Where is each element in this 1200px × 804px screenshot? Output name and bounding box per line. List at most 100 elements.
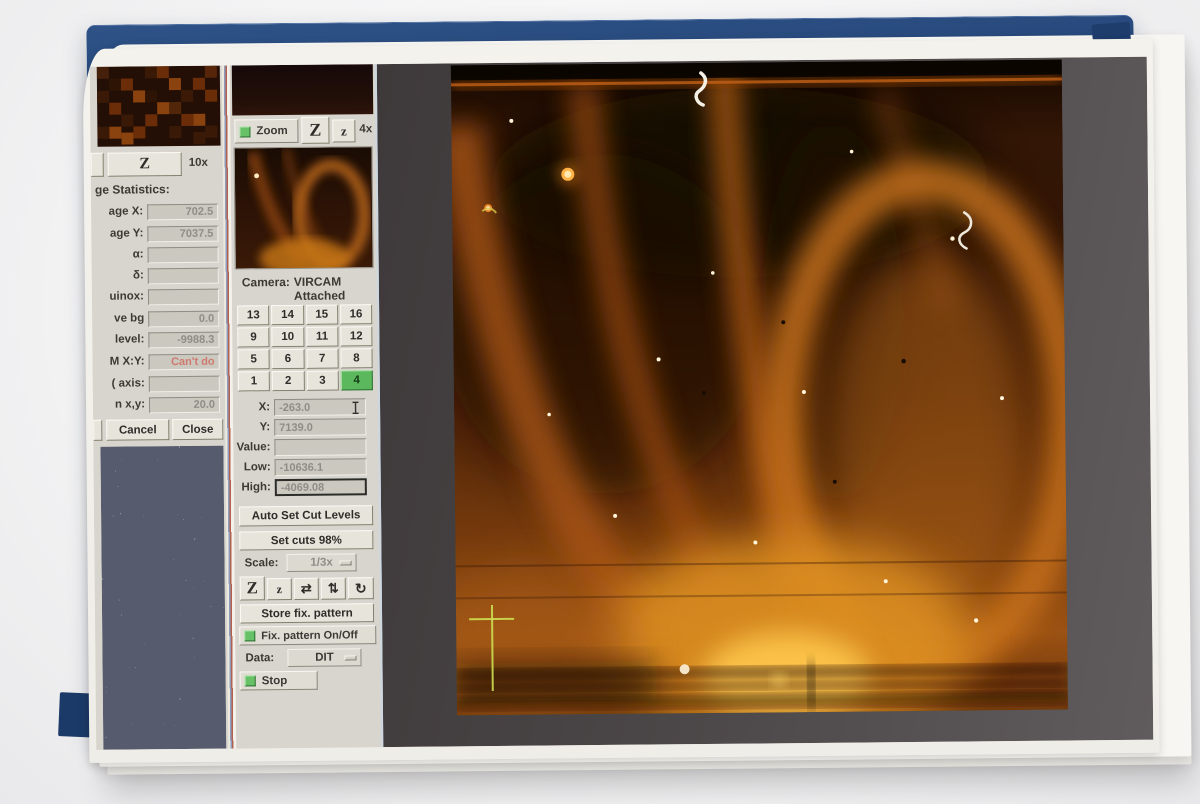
pixel-zoom-view[interactable] — [97, 66, 221, 147]
x-value: -263.0 — [279, 401, 310, 413]
stat-row: age Y: 7037.5 — [91, 226, 223, 243]
zoom-z-button[interactable]: Z — [108, 152, 182, 177]
x-label: X: — [233, 401, 270, 413]
stat-field[interactable]: -9988.3 — [148, 332, 219, 349]
detector-chip-12[interactable]: 12 — [340, 326, 372, 346]
stop-toggle[interactable]: Stop — [240, 671, 318, 691]
stat-label: M X:Y: — [93, 355, 145, 367]
fix-pattern-toggle[interactable]: Fix. pattern On/Off — [239, 625, 376, 645]
y-field[interactable]: 7139.0 — [274, 418, 366, 436]
stat-row: α: — [92, 247, 224, 264]
detector-chip-3[interactable]: 3 — [306, 371, 338, 391]
stat-field[interactable]: 7037.5 — [147, 226, 218, 243]
coord-row: Y: 7139.0 — [233, 418, 378, 436]
auto-set-cut-levels-button[interactable]: Auto Set Cut Levels — [239, 505, 373, 526]
detector-chip-10[interactable]: 10 — [272, 327, 304, 347]
zoom-checkbox-icon — [239, 126, 250, 137]
statistics-title: ge Statistics: — [95, 182, 170, 197]
stat-label: age X: — [91, 205, 143, 217]
value-label: Value: — [233, 441, 270, 453]
data-dropdown[interactable]: DIT — [287, 648, 361, 667]
dropdown-dash-icon — [340, 560, 352, 565]
detector-chip-2[interactable]: 2 — [272, 371, 304, 391]
scale-label: Scale: — [244, 557, 278, 569]
detector-chip-11[interactable]: 11 — [306, 327, 338, 347]
rtd-screenshot: Z 10x ge Statistics: age X: 702.5 age Y:… — [90, 57, 1154, 750]
scale-dropdown[interactable]: 1/3x — [286, 553, 356, 572]
fix-pattern-checkbox-icon — [244, 630, 255, 641]
x-field[interactable]: -263.0 — [274, 398, 366, 416]
value-row: Value: — [233, 438, 378, 456]
zoom-factor-label: 10x — [189, 157, 208, 169]
stat-field[interactable]: 702.5 — [147, 204, 218, 221]
cancel-button[interactable]: Cancel — [106, 419, 169, 441]
detector-chip-15[interactable]: 15 — [306, 305, 338, 325]
stat-row: M X:Y: Can't do — [93, 354, 225, 371]
stat-row: ve bg 0.0 — [92, 311, 224, 328]
main-detector-image[interactable] — [451, 60, 1068, 716]
flip-horizontal-icon[interactable]: ⇄ — [294, 578, 319, 600]
zoom-in-button[interactable]: Z — [301, 117, 329, 144]
zoom-out-button[interactable]: z — [332, 119, 355, 142]
pan-window-thumbnail[interactable] — [234, 146, 374, 269]
value-field[interactable] — [274, 438, 366, 456]
zoom-in-tool-button[interactable]: Z — [240, 576, 265, 600]
clipped-button[interactable] — [93, 420, 102, 441]
stat-label: ve bg — [92, 312, 144, 324]
y-label: Y: — [233, 421, 270, 433]
detector-chip-8[interactable]: 8 — [340, 348, 372, 368]
high-label: High: — [234, 481, 271, 493]
zoom-out-button-clipped[interactable] — [91, 153, 104, 177]
zoom-factor-label: 4x — [359, 123, 372, 135]
camera-label: Camera: — [242, 275, 290, 289]
low-row: Low: -10636.1 — [234, 458, 379, 476]
coord-row: X: -263.0 — [233, 398, 378, 416]
stat-row: n x,y: 20.0 — [93, 397, 225, 414]
stop-checkbox-icon — [245, 675, 256, 686]
detector-chip-6[interactable]: 6 — [272, 349, 304, 369]
detector-chip-7[interactable]: 7 — [306, 349, 338, 369]
detector-chip-5[interactable]: 5 — [237, 349, 269, 369]
open-book: Z 10x ge Statistics: age X: 702.5 age Y:… — [0, 0, 1200, 804]
stat-field[interactable] — [148, 268, 219, 285]
detector-chip-14[interactable]: 14 — [271, 305, 303, 325]
close-button[interactable]: Close — [172, 419, 223, 440]
stat-label: ( axis: — [93, 377, 145, 389]
detector-chip-1[interactable]: 1 — [238, 371, 270, 391]
stat-label: α: — [92, 248, 144, 260]
noise-sample-view[interactable] — [100, 446, 226, 750]
stat-field[interactable] — [148, 289, 219, 306]
detector-chip-16[interactable]: 16 — [340, 304, 372, 324]
stat-label: n x,y: — [93, 398, 145, 410]
stat-field[interactable]: 0.0 — [148, 311, 219, 328]
set-cuts-98-button[interactable]: Set cuts 98% — [239, 530, 373, 550]
stat-label: δ: — [92, 269, 144, 281]
stat-field-error[interactable]: Can't do — [149, 354, 220, 371]
stop-label: Stop — [262, 675, 288, 687]
image-canvas[interactable] — [375, 57, 1154, 747]
rtd-control-panel: Zoom Z z 4x — [230, 64, 382, 748]
stat-row: ( axis: — [93, 376, 225, 393]
zoom-out-tool-button[interactable]: z — [267, 578, 292, 600]
stat-label: level: — [92, 333, 144, 345]
zoom-window-view[interactable] — [232, 64, 373, 115]
detector-chip-13[interactable]: 13 — [237, 305, 269, 325]
stat-field[interactable]: 20.0 — [149, 397, 220, 414]
i-beam-cursor-icon — [351, 401, 360, 417]
detector-chip-4-active[interactable]: 4 — [340, 370, 372, 390]
detector-grid: 13 14 15 16 9 10 11 12 5 6 7 8 1 2 3 4 — [237, 304, 373, 391]
low-field[interactable]: -10636.1 — [275, 458, 367, 476]
stat-field[interactable] — [148, 247, 219, 264]
zoom-toggle[interactable]: Zoom — [234, 119, 298, 144]
flip-vertical-icon[interactable]: ⇅ — [321, 577, 346, 599]
zoom-toggle-label: Zoom — [256, 125, 287, 137]
low-label: Low: — [234, 461, 271, 473]
store-fix-pattern-button[interactable]: Store fix. pattern — [240, 603, 374, 623]
high-field-focused[interactable]: -4069.08 — [275, 478, 367, 496]
detector-chip-9[interactable]: 9 — [237, 327, 269, 347]
stat-field[interactable] — [149, 376, 220, 393]
rotate-icon[interactable]: ↻ — [348, 577, 374, 599]
data-label: Data: — [245, 652, 274, 664]
statistics-panel: Z 10x ge Statistics: age X: 702.5 age Y:… — [90, 66, 229, 750]
stat-label: age Y: — [91, 227, 143, 239]
